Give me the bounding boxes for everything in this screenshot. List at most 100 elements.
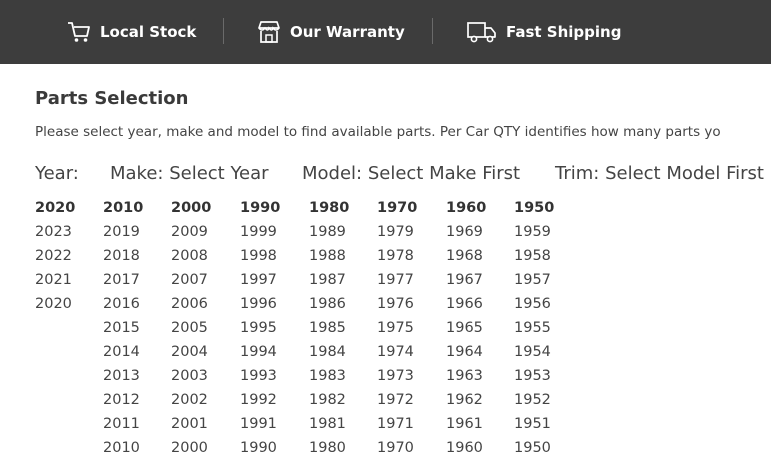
year-link[interactable]: 1966	[446, 294, 506, 318]
divider	[223, 18, 224, 44]
year-link[interactable]: 1990	[240, 438, 300, 462]
year-link[interactable]: 2002	[171, 390, 231, 414]
year-link[interactable]: 2017	[103, 270, 163, 294]
year-link[interactable]: 2007	[171, 270, 231, 294]
decade-column: 2000 2009 2008 2007 2006 2005 2004 2003 2002 2001…	[171, 198, 231, 462]
decade-header: 1960	[446, 200, 487, 216]
year-filter[interactable]: Year:	[35, 163, 79, 184]
year-link[interactable]: 2022	[35, 246, 95, 270]
year-link[interactable]: 1998	[240, 246, 300, 270]
year-link[interactable]: 1979	[377, 222, 437, 246]
year-link[interactable]: 1997	[240, 270, 300, 294]
year-link[interactable]: 2012	[103, 390, 163, 414]
year-link[interactable]: 1985	[309, 318, 369, 342]
year-link[interactable]: 1991	[240, 414, 300, 438]
fast-shipping-badge: Fast Shipping	[466, 0, 621, 64]
year-link[interactable]: 1959	[514, 222, 574, 246]
decade-header: 1950	[514, 200, 555, 216]
year-link[interactable]: 1975	[377, 318, 437, 342]
year-link[interactable]: 2003	[171, 366, 231, 390]
year-link[interactable]: 1969	[446, 222, 506, 246]
year-link[interactable]: 2021	[35, 270, 95, 294]
year-link[interactable]: 1953	[514, 366, 574, 390]
year-link[interactable]: 1950	[514, 438, 574, 462]
year-link[interactable]: 2000	[171, 438, 231, 462]
year-link[interactable]: 1994	[240, 342, 300, 366]
year-link[interactable]: 1992	[240, 390, 300, 414]
year-link[interactable]: 1983	[309, 366, 369, 390]
year-link[interactable]: 1958	[514, 246, 574, 270]
year-link[interactable]: 1971	[377, 414, 437, 438]
decade-column: 1980 1989 1988 1987 1986 1985 1984 1983 1982 1981…	[309, 198, 369, 462]
decade-header: 2020	[35, 200, 76, 216]
year-link[interactable]: 1967	[446, 270, 506, 294]
year-link[interactable]: 2015	[103, 318, 163, 342]
year-link[interactable]: 2020	[35, 294, 95, 318]
intro-text: Please select year, make and model to fi…	[35, 124, 721, 140]
year-link[interactable]: 1952	[514, 390, 574, 414]
year-link[interactable]: 1973	[377, 366, 437, 390]
year-link[interactable]: 1995	[240, 318, 300, 342]
cart-icon	[68, 22, 90, 42]
year-link[interactable]: 1978	[377, 246, 437, 270]
year-link[interactable]: 1956	[514, 294, 574, 318]
year-link[interactable]: 2006	[171, 294, 231, 318]
year-link[interactable]: 1989	[309, 222, 369, 246]
divider	[432, 18, 433, 44]
year-link[interactable]: 1965	[446, 318, 506, 342]
year-link[interactable]: 2004	[171, 342, 231, 366]
decade-header: 1970	[377, 200, 418, 216]
year-link[interactable]: 1957	[514, 270, 574, 294]
year-link[interactable]: 1984	[309, 342, 369, 366]
year-link[interactable]: 2016	[103, 294, 163, 318]
year-link[interactable]: 2010	[103, 438, 163, 462]
year-link[interactable]: 1961	[446, 414, 506, 438]
our-warranty-label: Our Warranty	[290, 23, 405, 41]
model-filter[interactable]: Model: Select Make First	[302, 163, 520, 184]
year-link[interactable]: 1999	[240, 222, 300, 246]
year-link[interactable]: 1986	[309, 294, 369, 318]
local-stock-badge: Local Stock	[66, 0, 196, 64]
decade-column: 2020 2023 2022 2021 2020	[35, 198, 95, 318]
year-link[interactable]: 1996	[240, 294, 300, 318]
year-link[interactable]: 1993	[240, 366, 300, 390]
year-link[interactable]: 1972	[377, 390, 437, 414]
year-link[interactable]: 1968	[446, 246, 506, 270]
year-link[interactable]: 1981	[309, 414, 369, 438]
year-link[interactable]: 2008	[171, 246, 231, 270]
year-link[interactable]: 1960	[446, 438, 506, 462]
year-link[interactable]: 2001	[171, 414, 231, 438]
year-link[interactable]: 1970	[377, 438, 437, 462]
trim-filter[interactable]: Trim: Select Model First	[555, 163, 764, 184]
year-link[interactable]: 1955	[514, 318, 574, 342]
year-link[interactable]: 1962	[446, 390, 506, 414]
year-link[interactable]: 1963	[446, 366, 506, 390]
decade-header: 2010	[103, 200, 144, 216]
local-stock-label: Local Stock	[100, 23, 197, 41]
year-link[interactable]: 2009	[171, 222, 231, 246]
year-link[interactable]: 1974	[377, 342, 437, 366]
decade-header: 1990	[240, 200, 281, 216]
year-link[interactable]: 2019	[103, 222, 163, 246]
year-link[interactable]: 2018	[103, 246, 163, 270]
decade-header: 1980	[309, 200, 350, 216]
year-link[interactable]: 1951	[514, 414, 574, 438]
year-link[interactable]: 2023	[35, 222, 95, 246]
decade-column: 1990 1999 1998 1997 1996 1995 1994 1993 1992 1991…	[240, 198, 300, 462]
year-link[interactable]: 1976	[377, 294, 437, 318]
fast-shipping-label: Fast Shipping	[506, 23, 622, 41]
year-link[interactable]: 1987	[309, 270, 369, 294]
decade-column: 1960 1969 1968 1967 1966 1965 1964 1963 1962 1961…	[446, 198, 506, 462]
year-link[interactable]: 2011	[103, 414, 163, 438]
page-title: Parts Selection	[35, 88, 189, 109]
make-filter[interactable]: Make: Select Year	[110, 163, 269, 184]
year-link[interactable]: 1982	[309, 390, 369, 414]
year-link[interactable]: 1964	[446, 342, 506, 366]
year-link[interactable]: 1980	[309, 438, 369, 462]
year-link[interactable]: 1977	[377, 270, 437, 294]
year-link[interactable]: 2005	[171, 318, 231, 342]
year-link[interactable]: 1954	[514, 342, 574, 366]
year-link[interactable]: 2013	[103, 366, 163, 390]
year-link[interactable]: 2014	[103, 342, 163, 366]
year-link[interactable]: 1988	[309, 246, 369, 270]
